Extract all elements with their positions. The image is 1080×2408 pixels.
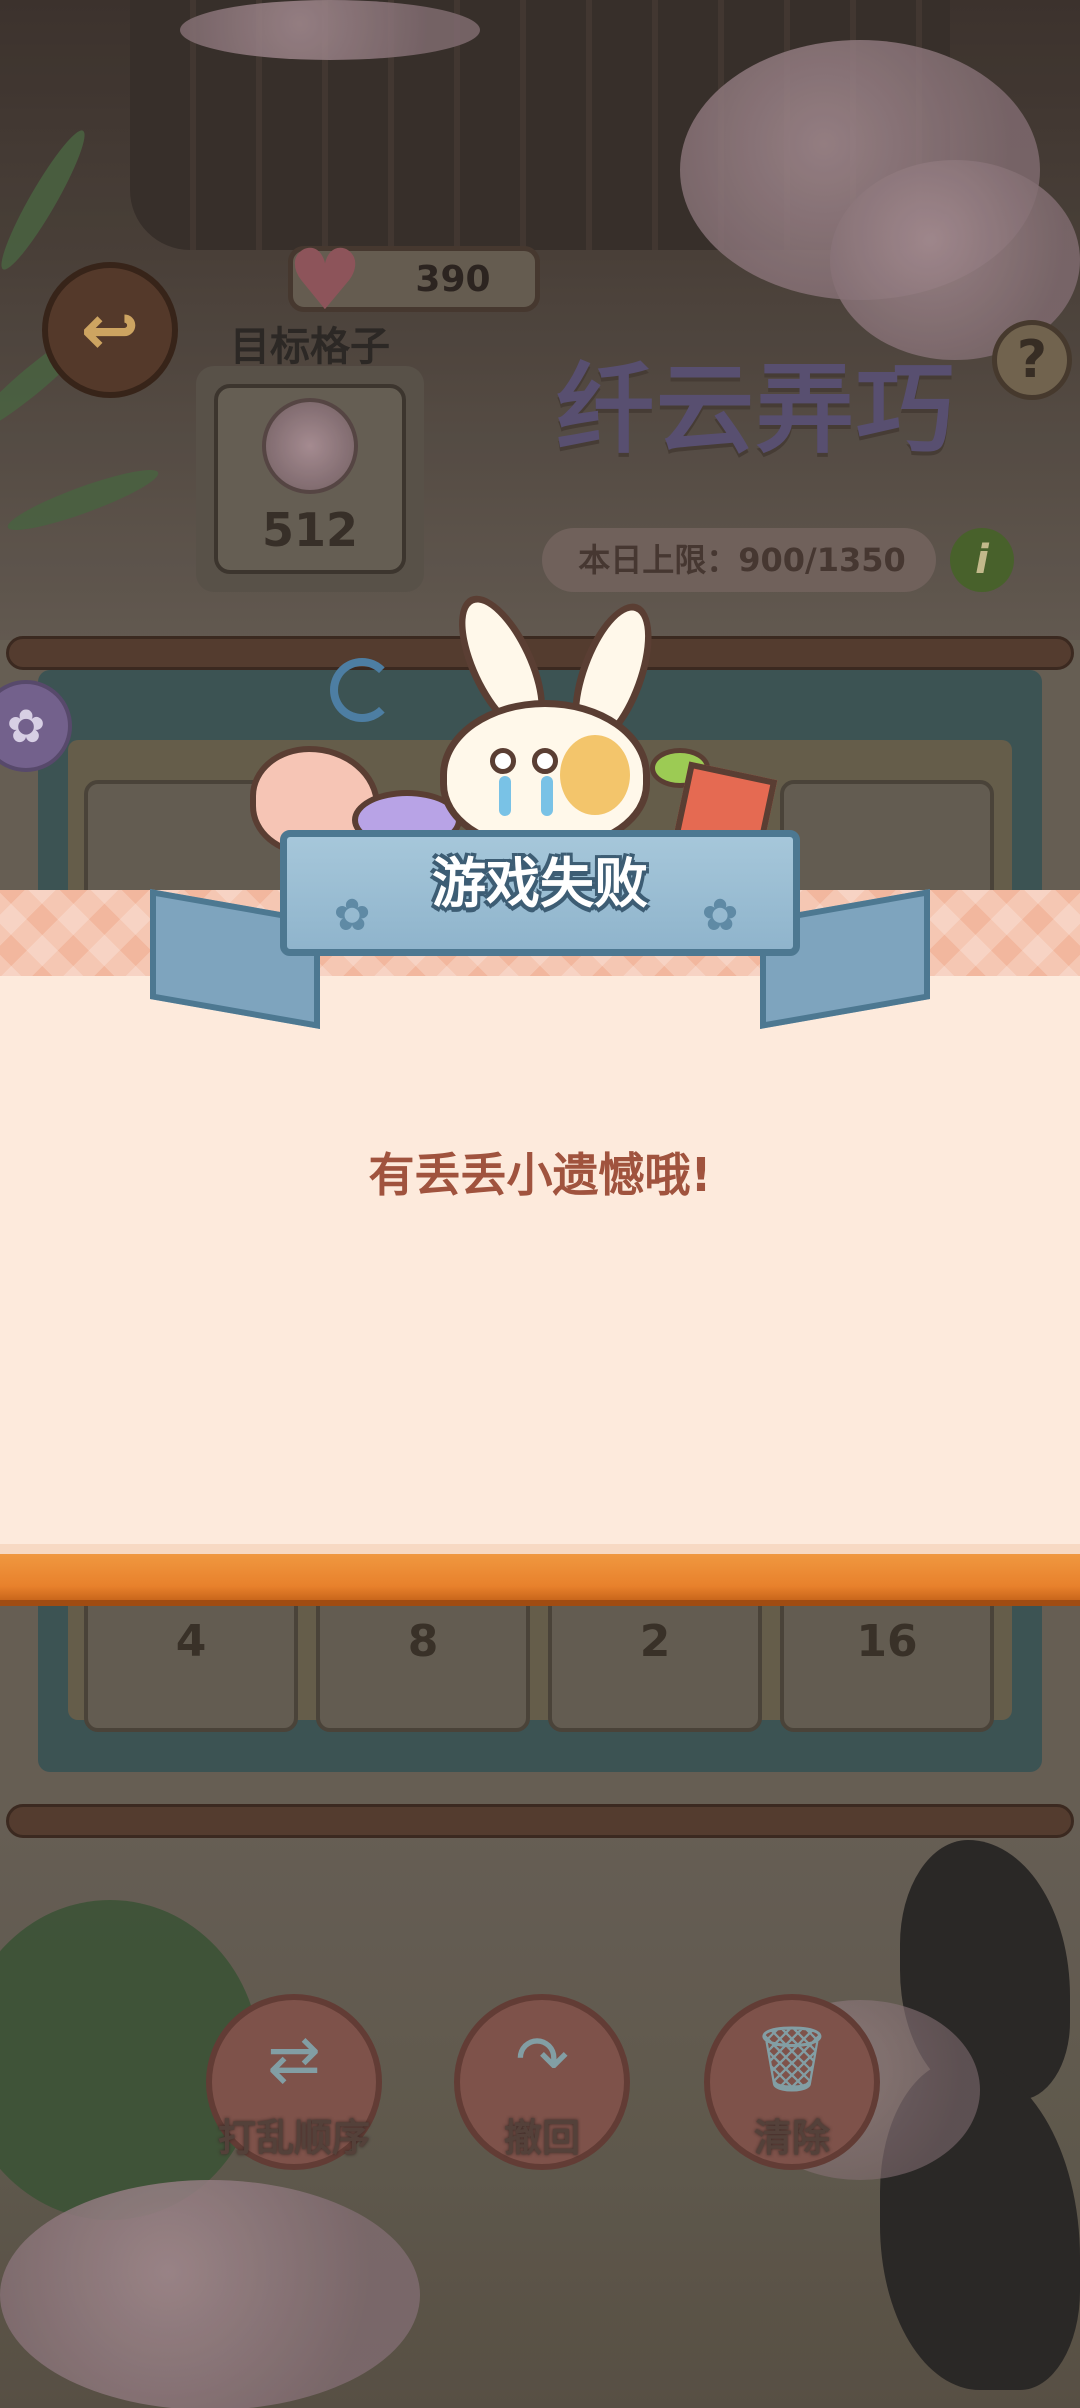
dialog-bottom-band — [0, 1554, 1080, 1600]
rabbit-spot — [560, 735, 630, 815]
rabbit-eye — [532, 748, 558, 774]
dialog-title: 游戏失败 — [432, 852, 648, 915]
result-message: 有丢丢小遗憾哦! — [368, 1148, 712, 1202]
dialog-bottom-edge — [0, 1544, 1080, 1554]
swirl-decoration — [330, 658, 394, 722]
dialog-body — [0, 976, 1080, 1544]
dialog-bottom-shadow — [0, 1600, 1080, 1606]
tear-drop — [499, 776, 511, 816]
rabbit-eye — [490, 748, 516, 774]
tear-drop — [541, 776, 553, 816]
